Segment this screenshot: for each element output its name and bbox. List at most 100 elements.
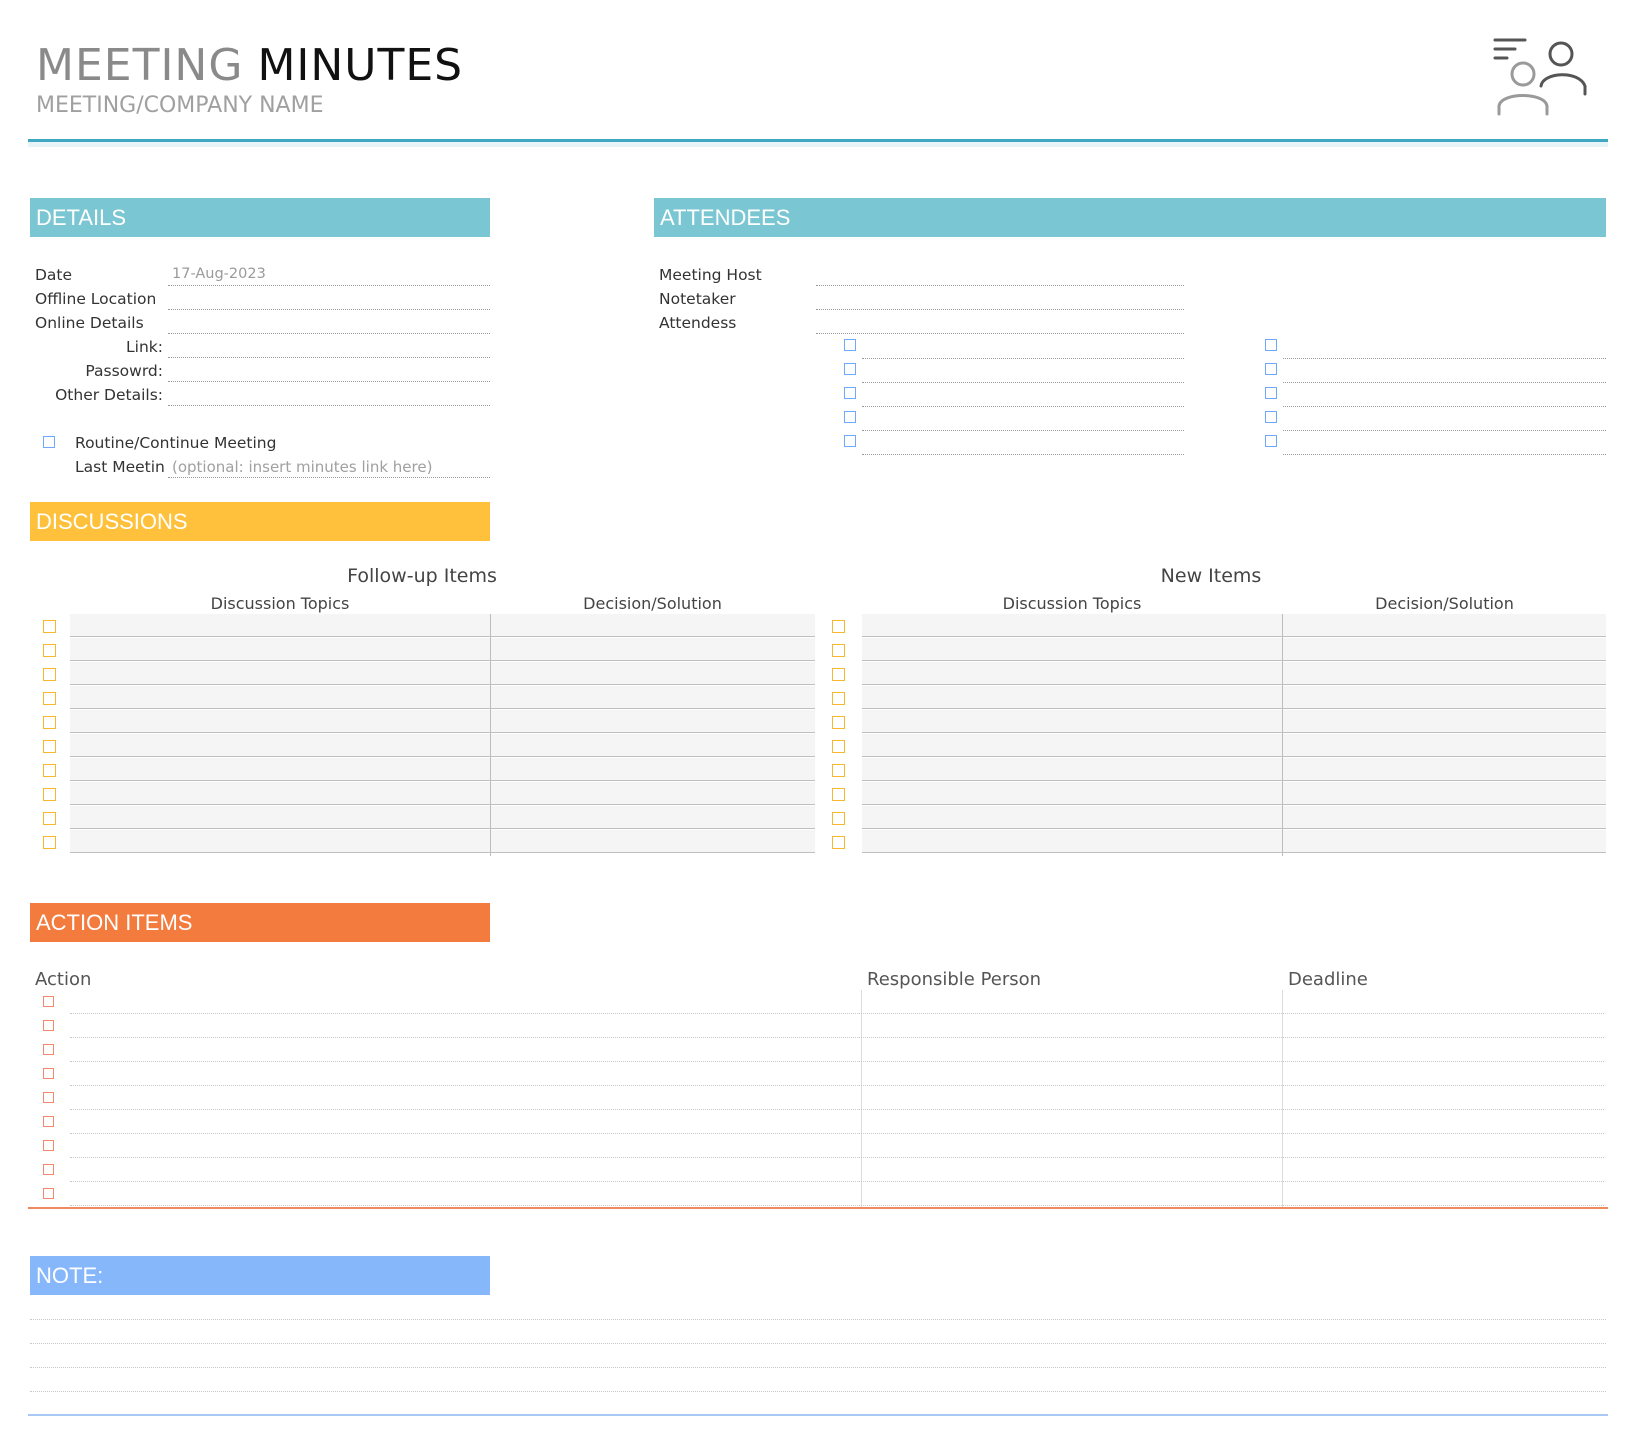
- attendee-name-field[interactable]: [1283, 453, 1606, 455]
- action-item-row[interactable]: [70, 1084, 1604, 1086]
- new-item-checkbox[interactable]: [832, 692, 845, 705]
- followup-item-row[interactable]: [70, 734, 815, 757]
- followup-item-row[interactable]: [70, 806, 815, 829]
- new-item-row[interactable]: [862, 806, 1606, 829]
- action-item-checkbox[interactable]: [43, 1188, 54, 1199]
- note-line[interactable]: [30, 1366, 1606, 1368]
- date-value[interactable]: 17-Aug-2023: [172, 266, 266, 282]
- action-item-checkbox[interactable]: [43, 1020, 54, 1031]
- attendee-checkbox[interactable]: [844, 411, 856, 423]
- new-item-checkbox[interactable]: [832, 836, 845, 849]
- followup-item-checkbox[interactable]: [43, 668, 56, 681]
- note-line[interactable]: [30, 1318, 1606, 1320]
- followup-items-title: Follow-up Items: [347, 565, 497, 587]
- action-item-row[interactable]: [70, 1156, 1604, 1158]
- followup-item-checkbox[interactable]: [43, 620, 56, 633]
- new-item-checkbox[interactable]: [832, 644, 845, 657]
- password-field[interactable]: [168, 380, 490, 382]
- routine-meeting-label: Routine/Continue Meeting: [75, 434, 277, 452]
- action-item-row[interactable]: [70, 1036, 1604, 1038]
- attendee-checkbox[interactable]: [1265, 363, 1277, 375]
- attendee-name-field[interactable]: [1283, 405, 1606, 407]
- new-item-checkbox[interactable]: [832, 812, 845, 825]
- new-item-row[interactable]: [862, 782, 1606, 805]
- attendee-name-field[interactable]: [1283, 429, 1606, 431]
- new-item-row[interactable]: [862, 662, 1606, 685]
- action-item-row[interactable]: [70, 1108, 1604, 1110]
- new-item-row[interactable]: [862, 614, 1606, 637]
- attendee-checkbox[interactable]: [844, 339, 856, 351]
- attendee-checkbox[interactable]: [844, 363, 856, 375]
- followup-item-row[interactable]: [70, 686, 815, 709]
- new-item-checkbox[interactable]: [832, 716, 845, 729]
- date-label: Date: [35, 266, 73, 284]
- attendee-checkbox[interactable]: [844, 435, 856, 447]
- routine-meeting-checkbox[interactable]: [43, 436, 55, 448]
- offline-location-field[interactable]: [168, 308, 490, 310]
- followup-item-row[interactable]: [70, 638, 815, 661]
- followup-item-row[interactable]: [70, 662, 815, 685]
- new-item-row[interactable]: [862, 758, 1606, 781]
- followup-item-checkbox[interactable]: [43, 716, 56, 729]
- attendess-field-line: [816, 332, 1184, 334]
- attendee-checkbox[interactable]: [1265, 339, 1277, 351]
- action-items-heading: ACTION ITEMS: [30, 903, 490, 942]
- new-item-checkbox[interactable]: [832, 764, 845, 777]
- action-item-row[interactable]: [70, 1180, 1604, 1182]
- new-item-row[interactable]: [862, 638, 1606, 661]
- note-line[interactable]: [30, 1342, 1606, 1344]
- followup-item-checkbox[interactable]: [43, 692, 56, 705]
- new-item-row[interactable]: [862, 710, 1606, 733]
- action-item-checkbox[interactable]: [43, 1140, 54, 1151]
- new-item-checkbox[interactable]: [832, 668, 845, 681]
- followup-item-checkbox[interactable]: [43, 644, 56, 657]
- online-details-label: Online Details: [35, 314, 144, 332]
- followup-item-checkbox[interactable]: [43, 836, 56, 849]
- action-item-row[interactable]: [70, 1060, 1604, 1062]
- attendee-name-field[interactable]: [1283, 357, 1606, 359]
- action-item-checkbox[interactable]: [43, 1044, 54, 1055]
- followup-item-row[interactable]: [70, 758, 815, 781]
- new-item-checkbox[interactable]: [832, 620, 845, 633]
- action-item-checkbox[interactable]: [43, 1092, 54, 1103]
- other-details-field[interactable]: [168, 404, 490, 406]
- followup-item-checkbox[interactable]: [43, 740, 56, 753]
- notetaker-field[interactable]: [816, 308, 1184, 310]
- followup-item-row[interactable]: [70, 830, 815, 853]
- followup-item-row[interactable]: [70, 614, 815, 637]
- followup-item-checkbox[interactable]: [43, 788, 56, 801]
- followup-item-row[interactable]: [70, 782, 815, 805]
- action-item-checkbox[interactable]: [43, 1116, 54, 1127]
- meeting-host-field[interactable]: [816, 284, 1184, 286]
- new-item-checkbox[interactable]: [832, 740, 845, 753]
- attendee-name-field[interactable]: [862, 405, 1184, 407]
- attendee-name-field[interactable]: [862, 381, 1184, 383]
- new-item-row[interactable]: [862, 830, 1606, 853]
- attendee-name-field[interactable]: [1283, 381, 1606, 383]
- followup-item-row[interactable]: [70, 710, 815, 733]
- attendee-checkbox[interactable]: [1265, 411, 1277, 423]
- action-item-checkbox[interactable]: [43, 1068, 54, 1079]
- new-item-row[interactable]: [862, 734, 1606, 757]
- attendee-name-field[interactable]: [862, 429, 1184, 431]
- attendee-name-field[interactable]: [862, 357, 1184, 359]
- attendee-checkbox[interactable]: [1265, 435, 1277, 447]
- action-item-row[interactable]: [70, 1132, 1604, 1134]
- online-details-field[interactable]: [168, 332, 490, 334]
- action-item-checkbox[interactable]: [43, 1164, 54, 1175]
- last-meeting-link-placeholder[interactable]: (optional: insert minutes link here): [172, 458, 432, 476]
- note-line[interactable]: [30, 1390, 1606, 1392]
- attendee-checkbox[interactable]: [844, 387, 856, 399]
- followup-item-checkbox[interactable]: [43, 764, 56, 777]
- new-item-checkbox[interactable]: [832, 788, 845, 801]
- attendee-name-field[interactable]: [862, 453, 1184, 455]
- action-item-checkbox[interactable]: [43, 996, 54, 1007]
- followup-item-checkbox[interactable]: [43, 812, 56, 825]
- action-item-row[interactable]: [70, 1012, 1604, 1014]
- attendee-checkbox[interactable]: [1265, 387, 1277, 399]
- meeting-host-label: Meeting Host: [659, 266, 762, 284]
- new-item-row[interactable]: [862, 686, 1606, 709]
- link-field[interactable]: [168, 356, 490, 358]
- action-item-row[interactable]: [70, 1204, 1604, 1206]
- header-divider-shadow: [28, 142, 1608, 147]
